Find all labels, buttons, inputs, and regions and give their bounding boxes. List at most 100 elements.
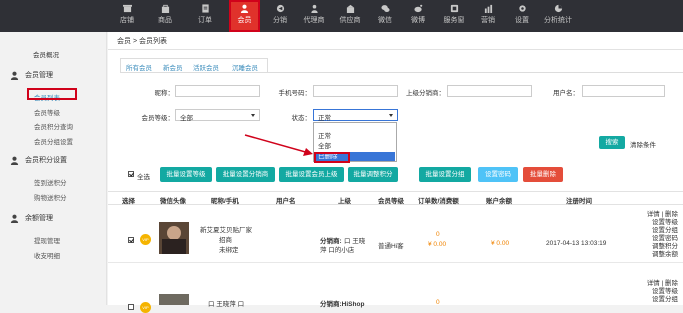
annotation-highlight-box <box>314 152 350 163</box>
service-icon <box>450 4 458 13</box>
search-button[interactable]: 搜索 <box>599 136 625 149</box>
tab-all-members[interactable]: 所有会员 <box>126 62 152 72</box>
active-sidebar-highlight <box>27 88 77 100</box>
order-count[interactable]: 0 <box>436 231 440 238</box>
wechat-icon <box>380 5 390 13</box>
nav-settings[interactable]: 设置 <box>507 0 537 32</box>
tab-active-members[interactable]: 活跃会员 <box>193 62 219 72</box>
user-icon <box>10 71 19 80</box>
user-icon <box>10 214 19 223</box>
nickname-input[interactable] <box>175 85 260 97</box>
sidebar-item-points-query[interactable]: 会员积分查询 <box>34 121 73 131</box>
nav-weibo[interactable]: 微博 <box>403 0 433 32</box>
sidebar-item-transactions[interactable]: 收支明细 <box>34 250 60 260</box>
sidebar-group-label: 会员积分设置 <box>25 157 67 164</box>
bulk-set-distributor-button[interactable]: 批量设置分销商 <box>216 167 275 182</box>
upline-shop: 萍 口的小店 <box>320 247 355 254</box>
sidebar-item-member-level[interactable]: 会员等级 <box>34 107 60 117</box>
phone-input[interactable] <box>313 85 398 97</box>
set-group-link[interactable]: 设置分组 <box>633 227 678 235</box>
adjust-points-link[interactable]: 调整积分 <box>633 243 678 251</box>
nav-distribution[interactable]: 分销 <box>265 0 295 32</box>
detail-delete-links[interactable]: 详情 | 删除 <box>633 211 678 219</box>
status-select[interactable]: 正常 <box>313 109 398 122</box>
upline-input[interactable] <box>447 85 532 97</box>
upline-label: 上级分销商： <box>406 90 445 97</box>
sidebar-group-label: 会员管理 <box>25 72 53 79</box>
set-level-link[interactable]: 设置等级 <box>633 288 678 296</box>
select-all-checkbox[interactable] <box>128 171 134 177</box>
tab-new-members[interactable]: 新会员 <box>163 62 183 72</box>
tab-dormant-members[interactable]: 沉睡会员 <box>232 62 258 72</box>
analytics-icon <box>554 4 562 13</box>
nav-label: 分析统计 <box>544 17 572 24</box>
sidebar-item-withdraw[interactable]: 提现管理 <box>34 235 60 245</box>
nickname-label: 昵称： <box>154 90 175 97</box>
set-level-link[interactable]: 设置等级 <box>633 219 678 227</box>
col-level: 会员等级 <box>378 198 404 205</box>
nav-products[interactable]: 商品 <box>150 0 180 32</box>
top-nav: 店铺 商品 订单 会员 分销 代理商 供应商 微信 微博 服务窗 营销 设置 分… <box>0 0 683 32</box>
sidebar-item-overview[interactable]: 会员概况 <box>33 49 59 59</box>
row-checkbox[interactable] <box>128 237 134 243</box>
level-select[interactable]: 全部 <box>175 109 260 122</box>
bulk-delete-button[interactable]: 批量删除 <box>523 167 563 182</box>
member-level: 普通Hi客 <box>378 243 404 250</box>
vip-badge: VIP <box>140 234 151 245</box>
divider <box>108 49 683 50</box>
nav-label: 店铺 <box>120 17 134 24</box>
select-all-label: 全选 <box>137 174 150 181</box>
bulk-adjust-points-button[interactable]: 批量调整积分 <box>348 167 398 182</box>
clear-filters-link[interactable]: 清除条件 <box>630 139 656 149</box>
breadcrumb: 会员 > 会员列表 <box>117 36 167 46</box>
share-icon <box>276 4 284 13</box>
nav-store[interactable]: 店铺 <box>112 0 142 32</box>
avatar <box>159 294 189 305</box>
nav-marketing[interactable]: 营销 <box>473 0 503 32</box>
nav-label: 微博 <box>411 17 425 24</box>
set-group-link[interactable]: 设置分组 <box>633 296 678 304</box>
register-time: 2017-04-13 13:03:19 <box>546 240 607 247</box>
spent-amount: ¥ 0.00 <box>428 241 447 248</box>
nav-label: 代理商 <box>303 17 325 24</box>
sidebar-group-points[interactable]: 会员积分设置 <box>10 155 67 165</box>
avatar <box>159 222 189 254</box>
set-password-button[interactable]: 设置密码 <box>478 167 518 182</box>
bulk-set-upline-button[interactable]: 批量设置会员上级 <box>279 167 344 182</box>
nav-analytics[interactable]: 分析统计 <box>538 0 578 32</box>
nav-agents[interactable]: 代理商 <box>297 0 331 32</box>
sidebar-item-group-settings[interactable]: 会员分组设置 <box>34 136 73 146</box>
nav-wechat[interactable]: 微信 <box>370 0 400 32</box>
order-icon <box>201 4 209 13</box>
bulk-set-level-button[interactable]: 批量设置等级 <box>160 167 212 182</box>
nav-label: 分销 <box>273 17 287 24</box>
nav-label: 服务窗 <box>443 17 465 24</box>
status-select-value: 正常 <box>318 115 331 122</box>
store-icon <box>122 4 132 13</box>
chevron-down-icon <box>251 114 255 117</box>
username-label: 用户名： <box>553 90 579 97</box>
breadcrumb-root[interactable]: 会员 <box>117 38 131 45</box>
nav-orders[interactable]: 订单 <box>190 0 220 32</box>
adjust-balance-link[interactable]: 调整余额 <box>633 251 678 259</box>
username-input[interactable] <box>582 85 665 97</box>
row-divider <box>108 262 683 263</box>
account-balance: ¥ 0.00 <box>491 240 510 247</box>
nav-suppliers[interactable]: 供应商 <box>333 0 367 32</box>
phone-label: 手机号码： <box>278 90 312 97</box>
nav-label: 商品 <box>158 17 172 24</box>
detail-delete-links[interactable]: 详情 | 删除 <box>633 280 678 288</box>
vip-badge: VIP <box>140 302 151 313</box>
sidebar-item-checkin-points[interactable]: 签到送积分 <box>34 177 67 187</box>
status-option-all[interactable]: 全部 <box>315 142 395 151</box>
bulk-set-group-button[interactable]: 批量设置分组 <box>419 167 471 182</box>
sidebar-item-shopping-points[interactable]: 购物送积分 <box>34 192 67 202</box>
upline-label-cell: 分销商:HiShop <box>320 301 365 308</box>
status-option-normal[interactable]: 正常 <box>315 132 395 141</box>
nickname: 口 王晓萍 口 <box>208 301 245 308</box>
sidebar-group-balance[interactable]: 余额管理 <box>10 213 53 223</box>
sidebar-group-members[interactable]: 会员管理 <box>10 70 53 80</box>
set-password-link[interactable]: 设置密码 <box>633 235 678 243</box>
nav-service-window[interactable]: 服务窗 <box>437 0 471 32</box>
col-registered: 注册时间 <box>566 198 592 205</box>
